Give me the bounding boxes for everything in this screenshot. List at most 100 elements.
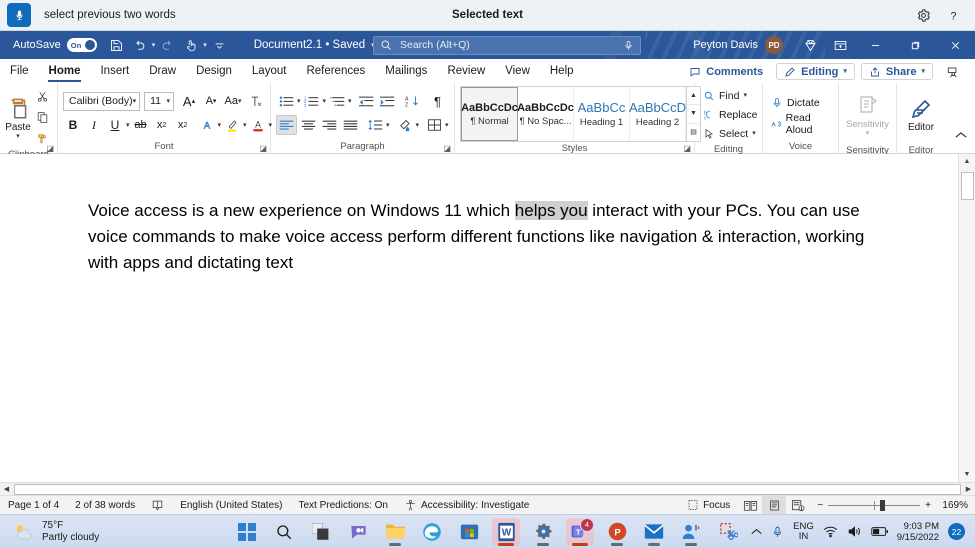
cut-button[interactable] — [32, 86, 52, 106]
document-title[interactable]: Document2.1 • Saved ▾ — [254, 39, 375, 51]
sensitivity-button[interactable]: Sensitivity ▾ — [844, 86, 891, 144]
autosave-control[interactable]: AutoSave On — [13, 38, 97, 52]
text-predictions-status[interactable]: Text Predictions: On — [290, 496, 395, 514]
vertical-scroll-thumb[interactable] — [960, 172, 974, 200]
underline-button[interactable]: U — [105, 115, 125, 135]
proofing-status[interactable] — [143, 496, 172, 514]
line-spacing-button[interactable] — [365, 115, 385, 135]
line-spacing-dropdown[interactable]: ▾ — [386, 122, 390, 129]
tab-mailings[interactable]: Mailings — [375, 60, 437, 83]
style-heading-1[interactable]: AaBbCc Heading 1 — [574, 87, 630, 141]
multilevel-list-dropdown[interactable]: ▾ — [348, 98, 352, 105]
search-dictate-button[interactable] — [623, 40, 634, 51]
horizontal-scrollbar[interactable]: ◀ ▶ — [0, 482, 975, 495]
language-status[interactable]: English (United States) — [172, 496, 290, 514]
taskbar-microsoft-powerpoint-button[interactable]: P — [603, 518, 631, 546]
highlight-button[interactable] — [222, 115, 242, 135]
undo-button[interactable] — [129, 35, 150, 55]
document-page[interactable]: Voice access is a new experience on Wind… — [0, 154, 958, 482]
highlight-dropdown[interactable]: ▾ — [243, 122, 247, 129]
account-button[interactable]: Peyton Davis PD — [693, 36, 783, 54]
vertical-scrollbar[interactable]: ▲ ▼ — [958, 154, 975, 482]
page-number-status[interactable]: Page 1 of 4 — [0, 496, 67, 514]
zoom-out-button[interactable]: − — [817, 500, 823, 511]
collapse-ribbon-button[interactable] — [955, 83, 975, 153]
tab-layout[interactable]: Layout — [242, 60, 297, 83]
print-layout-button[interactable] — [762, 496, 787, 514]
subscript-button[interactable]: x2 — [152, 115, 172, 135]
font-color-button[interactable]: A — [248, 115, 268, 135]
tab-insert[interactable]: Insert — [90, 60, 139, 83]
style-heading-2[interactable]: AaBbCcD Heading 2 — [629, 87, 686, 141]
decrease-indent-button[interactable] — [357, 91, 377, 111]
bullets-dropdown[interactable]: ▾ — [297, 98, 301, 105]
grow-font-button[interactable]: A ▴ — [179, 91, 199, 111]
tab-file[interactable]: File — [0, 60, 39, 83]
taskbar-chat-button[interactable] — [344, 518, 372, 546]
taskbar-start-button[interactable] — [233, 518, 261, 546]
read-mode-button[interactable] — [738, 496, 762, 514]
font-size-combo[interactable]: 11 ▾ — [144, 91, 174, 111]
present-button[interactable] — [939, 63, 967, 80]
show-formatting-marks-button[interactable]: ¶ — [428, 91, 448, 111]
styles-dialog-launcher[interactable]: ◪ — [683, 144, 691, 153]
clear-formatting-button[interactable] — [245, 91, 265, 111]
search-input[interactable]: Search (Alt+Q) — [373, 35, 641, 55]
zoom-level[interactable]: 169% — [936, 500, 968, 511]
voice-access-settings-button[interactable] — [915, 7, 931, 23]
read-aloud-button[interactable]: A Read Aloud — [768, 112, 833, 136]
autosave-toggle[interactable]: On — [66, 38, 97, 52]
zoom-knob[interactable] — [880, 499, 886, 511]
taskbar-microsoft-store-button[interactable] — [455, 518, 483, 546]
find-dropdown[interactable]: ▾ — [743, 92, 747, 99]
minimize-button[interactable] — [855, 31, 895, 59]
numbering-button[interactable]: 1 2 3 — [302, 91, 322, 111]
share-button[interactable]: Share ▾ — [860, 63, 933, 80]
focus-mode-button[interactable]: Focus — [679, 496, 738, 514]
font-dialog-launcher[interactable]: ◪ — [259, 144, 267, 153]
undo-dropdown[interactable]: ▾ — [152, 42, 156, 49]
tab-design[interactable]: Design — [186, 60, 242, 83]
align-right-button[interactable] — [319, 115, 339, 135]
change-case-button[interactable]: Aa ▾ — [223, 91, 243, 111]
style-normal[interactable]: AaBbCcDc ¶ Normal — [461, 87, 518, 141]
tab-home[interactable]: Home — [39, 60, 91, 83]
shading-button[interactable] — [395, 115, 415, 135]
shrink-font-button[interactable]: A ▾ — [201, 91, 221, 111]
tab-help[interactable]: Help — [540, 60, 584, 83]
scroll-down-button[interactable]: ▼ — [959, 467, 975, 482]
borders-button[interactable] — [424, 115, 444, 135]
font-family-combo[interactable]: Calibri (Body) ▾ — [63, 91, 141, 111]
zoom-in-button[interactable]: + — [925, 500, 931, 511]
underline-dropdown[interactable]: ▾ — [126, 122, 130, 129]
taskbar-task-view-button[interactable] — [307, 518, 335, 546]
taskbar-settings-button[interactable] — [529, 518, 557, 546]
italic-button[interactable]: I — [84, 115, 104, 135]
editing-mode-button[interactable]: Editing ▾ — [776, 63, 855, 80]
style-no-spacing[interactable]: AaBbCcDc ¶ No Spac... — [517, 87, 574, 141]
copy-button[interactable] — [32, 107, 52, 127]
tab-review[interactable]: Review — [437, 60, 495, 83]
borders-dropdown[interactable]: ▾ — [445, 122, 449, 129]
customize-quick-access-button[interactable] — [209, 35, 230, 55]
paste-dropdown[interactable]: ▾ — [16, 133, 20, 140]
scroll-left-button[interactable]: ◀ — [0, 483, 13, 495]
scroll-right-button[interactable]: ▶ — [962, 483, 975, 495]
taskbar-microsoft-word-button[interactable]: W — [492, 517, 520, 546]
numbering-dropdown[interactable]: ▾ — [323, 98, 327, 105]
text-effects-button[interactable]: A — [197, 115, 217, 135]
paragraph-dialog-launcher[interactable]: ◪ — [443, 144, 451, 153]
sort-button[interactable]: A Z — [403, 91, 423, 111]
save-button[interactable] — [106, 35, 127, 55]
taskbar-people-voice-button[interactable] — [677, 518, 705, 546]
ribbon-display-options-button[interactable] — [825, 31, 855, 59]
bold-button[interactable]: B — [63, 115, 83, 135]
editor-button[interactable]: Editor — [902, 86, 940, 144]
taskbar-snipping-tool-button[interactable] — [714, 518, 742, 546]
find-button[interactable]: Find ▾ — [700, 86, 761, 105]
paste-button[interactable]: Paste ▾ — [5, 88, 31, 146]
replace-button[interactable]: b c Replace — [700, 105, 761, 124]
redo-button[interactable] — [157, 35, 178, 55]
multilevel-list-button[interactable] — [327, 91, 347, 111]
tab-references[interactable]: References — [296, 60, 375, 83]
